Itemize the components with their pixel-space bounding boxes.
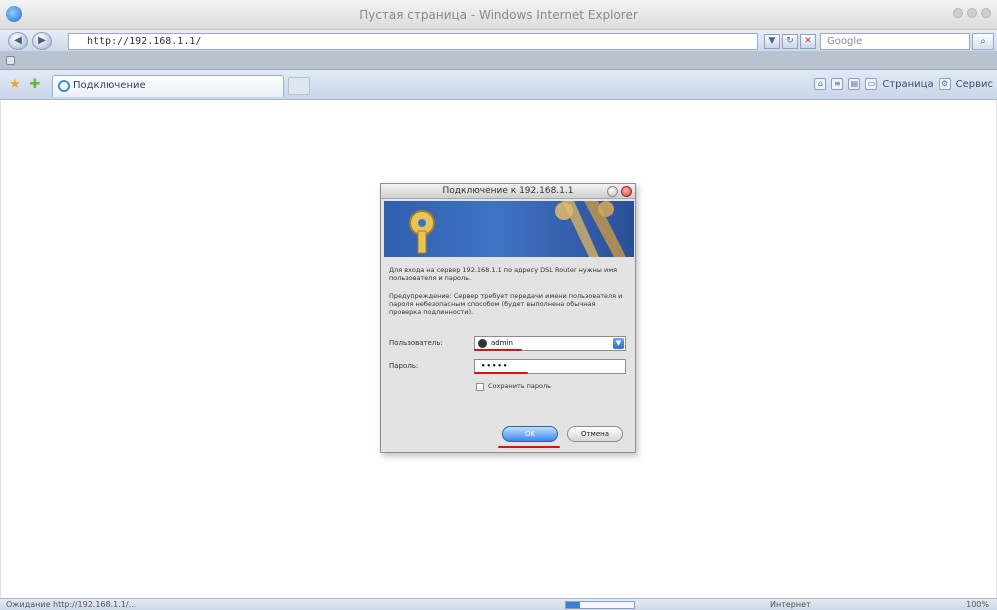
page-menu-icon[interactable]: ▭ xyxy=(865,78,878,90)
links-bar xyxy=(0,52,997,70)
home-icon[interactable]: ⌂ xyxy=(814,78,827,90)
minimize-icon[interactable] xyxy=(953,8,963,18)
command-bar: ⌂ ≡ ▤ ▭ Страница ⚙ Сервис xyxy=(814,78,993,90)
back-button[interactable]: ◀ xyxy=(8,32,28,50)
dialog-close-icon[interactable] xyxy=(621,186,632,197)
search-button[interactable]: ⌕ xyxy=(972,33,994,50)
user-icon xyxy=(478,339,487,348)
dialog-banner xyxy=(384,201,634,257)
tools-menu[interactable]: Сервис xyxy=(956,79,993,90)
ok-button[interactable]: OK xyxy=(502,426,558,442)
close-window-icon[interactable] xyxy=(981,8,991,18)
loading-icon xyxy=(58,80,70,92)
remember-password-checkbox[interactable] xyxy=(476,383,484,391)
remember-password-label: Сохранить пароль xyxy=(488,382,551,390)
links-icon[interactable] xyxy=(6,56,15,65)
window-controls xyxy=(953,8,991,18)
go-dropdown-button[interactable]: ▼ xyxy=(764,34,780,49)
window-title: Пустая страница - Windows Internet Explo… xyxy=(359,8,638,22)
cancel-button[interactable]: Отмена xyxy=(567,426,623,442)
zoom-level[interactable]: 100% xyxy=(966,599,989,610)
tab-current[interactable]: Подключение xyxy=(52,75,284,97)
address-bar: ◀ ▶ http://192.168.1.1/ ▼ ↻ ✕ Google ⌕ xyxy=(0,30,997,52)
search-input[interactable]: Google xyxy=(820,33,970,50)
add-favorites-icon[interactable]: ✚ xyxy=(28,78,42,92)
favorites-star-icon[interactable]: ★ xyxy=(8,78,22,92)
password-label: Пароль: xyxy=(389,362,419,370)
tab-bar: ★ ✚ Подключение ⌂ ≡ ▤ ▭ Страница ⚙ Серви… xyxy=(0,70,997,100)
print-icon[interactable]: ▤ xyxy=(848,78,861,90)
page-menu[interactable]: Страница xyxy=(882,79,933,90)
forward-button[interactable]: ▶ xyxy=(32,32,52,50)
security-zone: Интернет xyxy=(770,600,811,609)
username-highlight xyxy=(474,349,522,351)
password-highlight xyxy=(474,372,528,374)
auth-dialog: Подключение к 192.168.1.1 Для входа на с… xyxy=(380,183,636,453)
dialog-title: Подключение к 192.168.1.1 xyxy=(381,184,635,199)
window-titlebar: Пустая страница - Windows Internet Explo… xyxy=(0,0,997,30)
tools-menu-icon[interactable]: ⚙ xyxy=(938,78,951,90)
refresh-button[interactable]: ↻ xyxy=(782,34,798,49)
status-text: Ожидание http://192.168.1.1/... xyxy=(6,600,137,609)
progress-bar xyxy=(565,601,635,609)
dialog-help-icon[interactable] xyxy=(607,186,618,197)
dialog-message: Для входа на сервер 192.168.1.1 по адрес… xyxy=(389,266,618,282)
stop-button[interactable]: ✕ xyxy=(800,34,816,49)
maximize-icon[interactable] xyxy=(967,8,977,18)
feeds-icon[interactable]: ≡ xyxy=(831,78,844,90)
username-value: admin xyxy=(491,339,513,347)
ok-highlight xyxy=(498,446,560,448)
dialog-warning: Предупреждение: Сервер требует передачи … xyxy=(389,292,623,316)
tab-label: Подключение xyxy=(73,80,146,91)
username-dropdown-icon[interactable]: ▼ xyxy=(613,338,624,349)
status-bar: Ожидание http://192.168.1.1/... Интернет… xyxy=(0,598,997,610)
new-tab-button[interactable] xyxy=(288,77,310,95)
keys-icon xyxy=(409,201,626,257)
url-input[interactable]: http://192.168.1.1/ xyxy=(68,33,758,50)
username-label: Пользователь: xyxy=(389,339,443,347)
